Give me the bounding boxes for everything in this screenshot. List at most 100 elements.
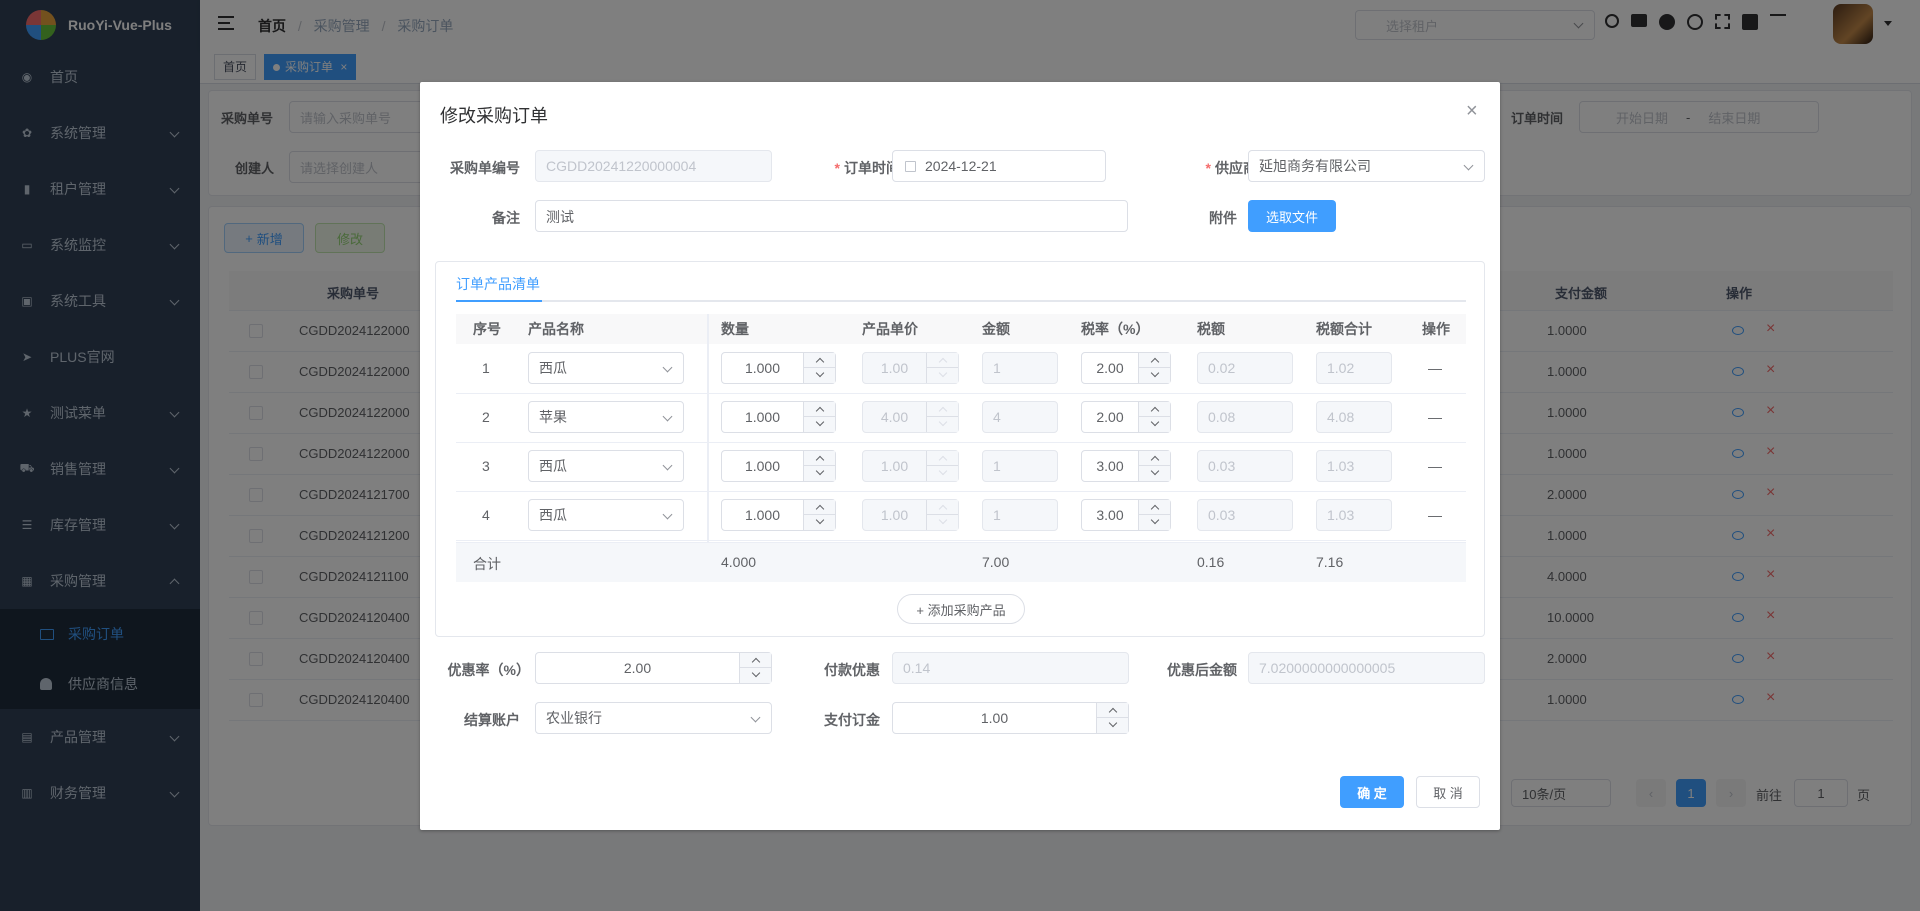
amount-field: 1: [982, 499, 1058, 531]
summary-row: [456, 542, 1466, 582]
decrease-icon: [926, 417, 958, 432]
summary-tax: 0.16: [1197, 554, 1225, 570]
decrease-icon[interactable]: [1138, 466, 1170, 481]
quantity-stepper[interactable]: 1.000: [721, 401, 836, 433]
decrease-icon[interactable]: [803, 417, 835, 432]
tax-rate-stepper-value: 3.00: [1096, 458, 1124, 474]
increase-icon[interactable]: [803, 353, 835, 368]
account-select[interactable]: 农业银行: [535, 702, 772, 734]
remove-row-button[interactable]: —: [1428, 409, 1442, 425]
increase-icon[interactable]: [1096, 703, 1128, 718]
tab-order-products[interactable]: 订单产品清单: [456, 274, 540, 294]
increase-icon[interactable]: [803, 402, 835, 417]
cancel-button[interactable]: 取 消: [1416, 776, 1480, 808]
products-card: 订单产品清单 序号 产品名称 数量 产品单价 金额 税率（%） 税额 税额合计 …: [435, 261, 1485, 637]
quantity-stepper[interactable]: 1.000: [721, 450, 836, 482]
decrease-icon[interactable]: [803, 466, 835, 481]
quantity-stepper-value: 1.000: [744, 409, 781, 425]
tax-field: 0.03: [1197, 499, 1293, 531]
row-divider: [456, 442, 1466, 443]
decrease-icon[interactable]: [803, 368, 835, 383]
order-time-picker[interactable]: 2024-12-21: [892, 150, 1106, 182]
decrease-icon[interactable]: [1138, 515, 1170, 530]
tax-rate-stepper-value: 3.00: [1096, 507, 1124, 523]
tax-field: 0.08: [1197, 401, 1293, 433]
price-stepper: 1.00: [862, 450, 959, 482]
product-select[interactable]: 西瓜: [528, 499, 684, 531]
discount-rate-input[interactable]: 2.00: [535, 652, 772, 684]
chevron-down-icon: [750, 712, 761, 723]
increase-icon[interactable]: [803, 500, 835, 515]
increase-icon[interactable]: [803, 451, 835, 466]
discount-rate-label: 优惠率（%）: [447, 662, 530, 678]
decrease-icon[interactable]: [1138, 417, 1170, 432]
summary-qty: 4.000: [721, 554, 757, 570]
product-value: 西瓜: [539, 458, 567, 474]
increase-icon[interactable]: [1138, 402, 1170, 417]
row-index: 2: [482, 409, 490, 425]
total-field: 1.03: [1316, 450, 1392, 482]
tax-rate-stepper[interactable]: 3.00: [1081, 450, 1171, 482]
product-value: 西瓜: [539, 360, 567, 376]
tax-rate-stepper[interactable]: 2.00: [1081, 352, 1171, 384]
chevron-down-icon: [662, 460, 673, 471]
tax-field: 0.03: [1197, 450, 1293, 482]
pay-discount-field: 0.14: [892, 652, 1129, 684]
remove-row-button[interactable]: —: [1428, 458, 1442, 474]
increase-icon[interactable]: [1138, 451, 1170, 466]
add-product-button[interactable]: + 添加采购产品: [897, 594, 1025, 624]
col-product: 产品名称: [528, 321, 584, 337]
calendar-icon: [905, 161, 916, 172]
deposit-input[interactable]: 1.00: [892, 702, 1129, 734]
col-total: 税额合计: [1316, 321, 1372, 337]
increase-icon[interactable]: [1138, 353, 1170, 368]
pay-discount-label: 付款优惠: [824, 662, 880, 678]
chevron-down-icon: [1463, 160, 1474, 171]
product-select[interactable]: 苹果: [528, 401, 684, 433]
remove-row-button[interactable]: —: [1428, 507, 1442, 523]
product-select[interactable]: 西瓜: [528, 450, 684, 482]
decrease-icon[interactable]: [803, 515, 835, 530]
increase-icon: [926, 353, 958, 368]
tax-field: 0.02: [1197, 352, 1293, 384]
col-tax: 税额: [1197, 321, 1225, 337]
quantity-stepper[interactable]: 1.000: [721, 499, 836, 531]
total-field: 1.02: [1316, 352, 1392, 384]
select-file-button[interactable]: 选取文件: [1248, 200, 1336, 232]
supplier-label: * 供应商: [1205, 160, 1257, 176]
confirm-button[interactable]: 确 定: [1340, 776, 1404, 808]
order-time-label: * 订单时间: [834, 160, 900, 176]
tax-rate-stepper-value: 2.00: [1096, 360, 1124, 376]
supplier-select[interactable]: 延旭商务有限公司: [1248, 150, 1485, 182]
tax-rate-stepper[interactable]: 3.00: [1081, 499, 1171, 531]
row-divider: [456, 540, 1466, 541]
col-rate: 税率（%）: [1081, 321, 1150, 337]
col-price: 产品单价: [862, 321, 918, 337]
increase-icon[interactable]: [739, 653, 771, 668]
quantity-stepper-value: 1.000: [744, 360, 781, 376]
col-qty: 数量: [721, 321, 749, 337]
quantity-stepper[interactable]: 1.000: [721, 352, 836, 384]
remark-label: 备注: [492, 210, 520, 226]
close-icon[interactable]: ×: [1466, 100, 1478, 123]
attachment-label: 附件: [1209, 210, 1237, 226]
decrease-icon[interactable]: [739, 668, 771, 683]
remark-textarea[interactable]: 测试: [535, 200, 1128, 232]
price-stepper-value: 1.00: [880, 360, 909, 376]
increase-icon[interactable]: [1138, 500, 1170, 515]
decrease-icon[interactable]: [1138, 368, 1170, 383]
row-index: 1: [482, 360, 490, 376]
product-select[interactable]: 西瓜: [528, 352, 684, 384]
chevron-down-icon: [662, 411, 673, 422]
decrease-icon[interactable]: [1096, 718, 1128, 733]
product-value: 苹果: [539, 409, 567, 425]
col-amount: 金额: [982, 321, 1010, 337]
tax-rate-stepper-value: 2.00: [1096, 409, 1124, 425]
summary-total: 7.16: [1316, 554, 1344, 570]
tax-rate-stepper[interactable]: 2.00: [1081, 401, 1171, 433]
remove-row-button[interactable]: —: [1428, 360, 1442, 376]
dialog-title: 修改采购订单: [440, 106, 548, 126]
order-no-label: 采购单编号: [450, 160, 520, 176]
price-stepper-value: 1.00: [880, 507, 909, 523]
increase-icon: [926, 451, 958, 466]
